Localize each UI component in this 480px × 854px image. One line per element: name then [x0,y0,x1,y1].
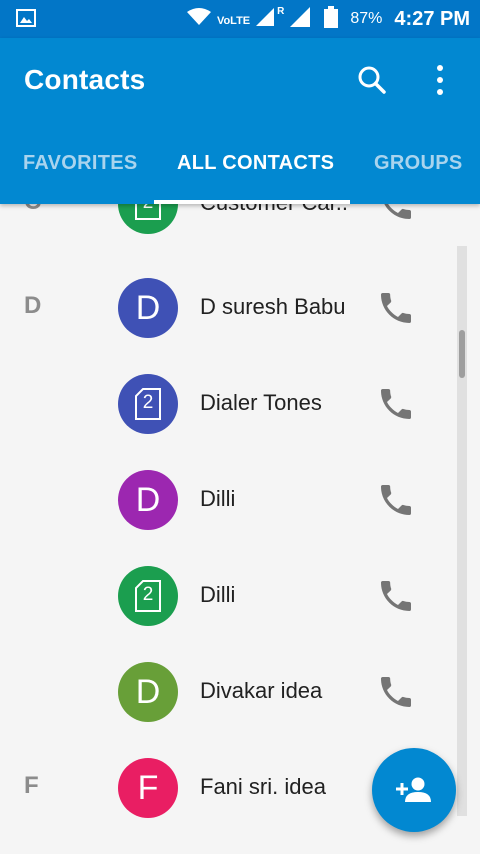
section-letter: D [24,292,42,319]
overflow-menu-button[interactable] [424,62,456,98]
tab-indicator [154,200,350,204]
avatar-initial: F [137,768,159,807]
tab-groups[interactable]: GROUPS [374,152,462,175]
call-button[interactable] [374,204,418,226]
contact-name[interactable]: Dilli [200,486,235,512]
call-button[interactable] [374,478,418,522]
call-button[interactable] [374,382,418,426]
contact-name[interactable]: Dialer Tones [200,390,322,416]
contact-row[interactable]: D Dilli [0,452,480,548]
contact-name[interactable]: Dilli [200,582,235,608]
battery-percent: 87% [350,10,383,27]
phone-icon [381,293,411,323]
avatar[interactable]: D [118,470,178,530]
more-vert-icon [437,65,443,95]
battery-icon [324,5,339,33]
add-person-icon [396,777,431,802]
sim-card-icon: 2 [135,580,161,612]
signal-icon [256,7,275,31]
add-contact-button[interactable] [372,748,456,832]
volte-label: VoLTE [216,15,251,27]
section-letter: C [24,204,41,216]
contact-row[interactable]: 2 Dialer Tones [0,356,480,452]
sim-number: 2 [142,584,154,605]
avatar[interactable]: 2 [118,204,178,234]
sim-card-icon: 2 [135,204,161,220]
sim-card-icon: 2 [135,388,161,420]
status-bar: VoLTE R 87% 4:27 PM [0,0,480,38]
avatar[interactable]: D [118,278,178,338]
tab-all-contacts[interactable]: ALL CONTACTS [177,152,334,175]
phone-icon [381,389,411,419]
phone-icon [381,485,411,515]
call-button[interactable] [374,670,418,714]
avatar[interactable]: 2 [118,566,178,626]
clock: 4:27 PM [394,7,470,30]
contact-row[interactable]: D D D suresh Babu [0,260,480,356]
contact-row[interactable]: 2 Dilli [0,548,480,644]
phone-icon [381,677,411,707]
roaming-label: R [277,5,285,17]
call-button[interactable] [374,286,418,330]
scrollbar-thumb[interactable] [459,330,465,378]
contact-row[interactable]: C 2 Customer Car.. [0,204,480,252]
contact-name[interactable]: Divakar idea [200,678,322,704]
avatar[interactable]: 2 [118,374,178,434]
avatar[interactable]: D [118,662,178,722]
signal-icon [290,6,311,32]
wifi-icon [186,7,211,31]
phone-icon [381,581,411,611]
search-icon [358,66,386,94]
phone-icon [384,204,411,219]
contact-row[interactable]: D Divakar idea [0,644,480,740]
avatar-initial: D [135,288,161,327]
sim-number: 2 [135,204,161,214]
sim-number: 2 [142,392,154,413]
contact-name[interactable]: D suresh Babu [200,294,346,320]
section-letter: F [24,772,39,799]
app-bar: Contacts FAVORITES ALL CONTACTS GROUPS [0,38,480,204]
avatar-initial: D [135,480,161,519]
contact-name[interactable]: Customer Car.. [200,204,348,216]
avatar-initial: D [135,672,161,711]
tab-favorites[interactable]: FAVORITES [23,152,138,175]
avatar[interactable]: F [118,758,178,818]
image-icon [16,9,36,32]
page-title: Contacts [24,64,146,95]
call-button[interactable] [374,574,418,618]
search-button[interactable] [354,62,390,98]
contact-name[interactable]: Fani sri. idea [200,774,326,800]
